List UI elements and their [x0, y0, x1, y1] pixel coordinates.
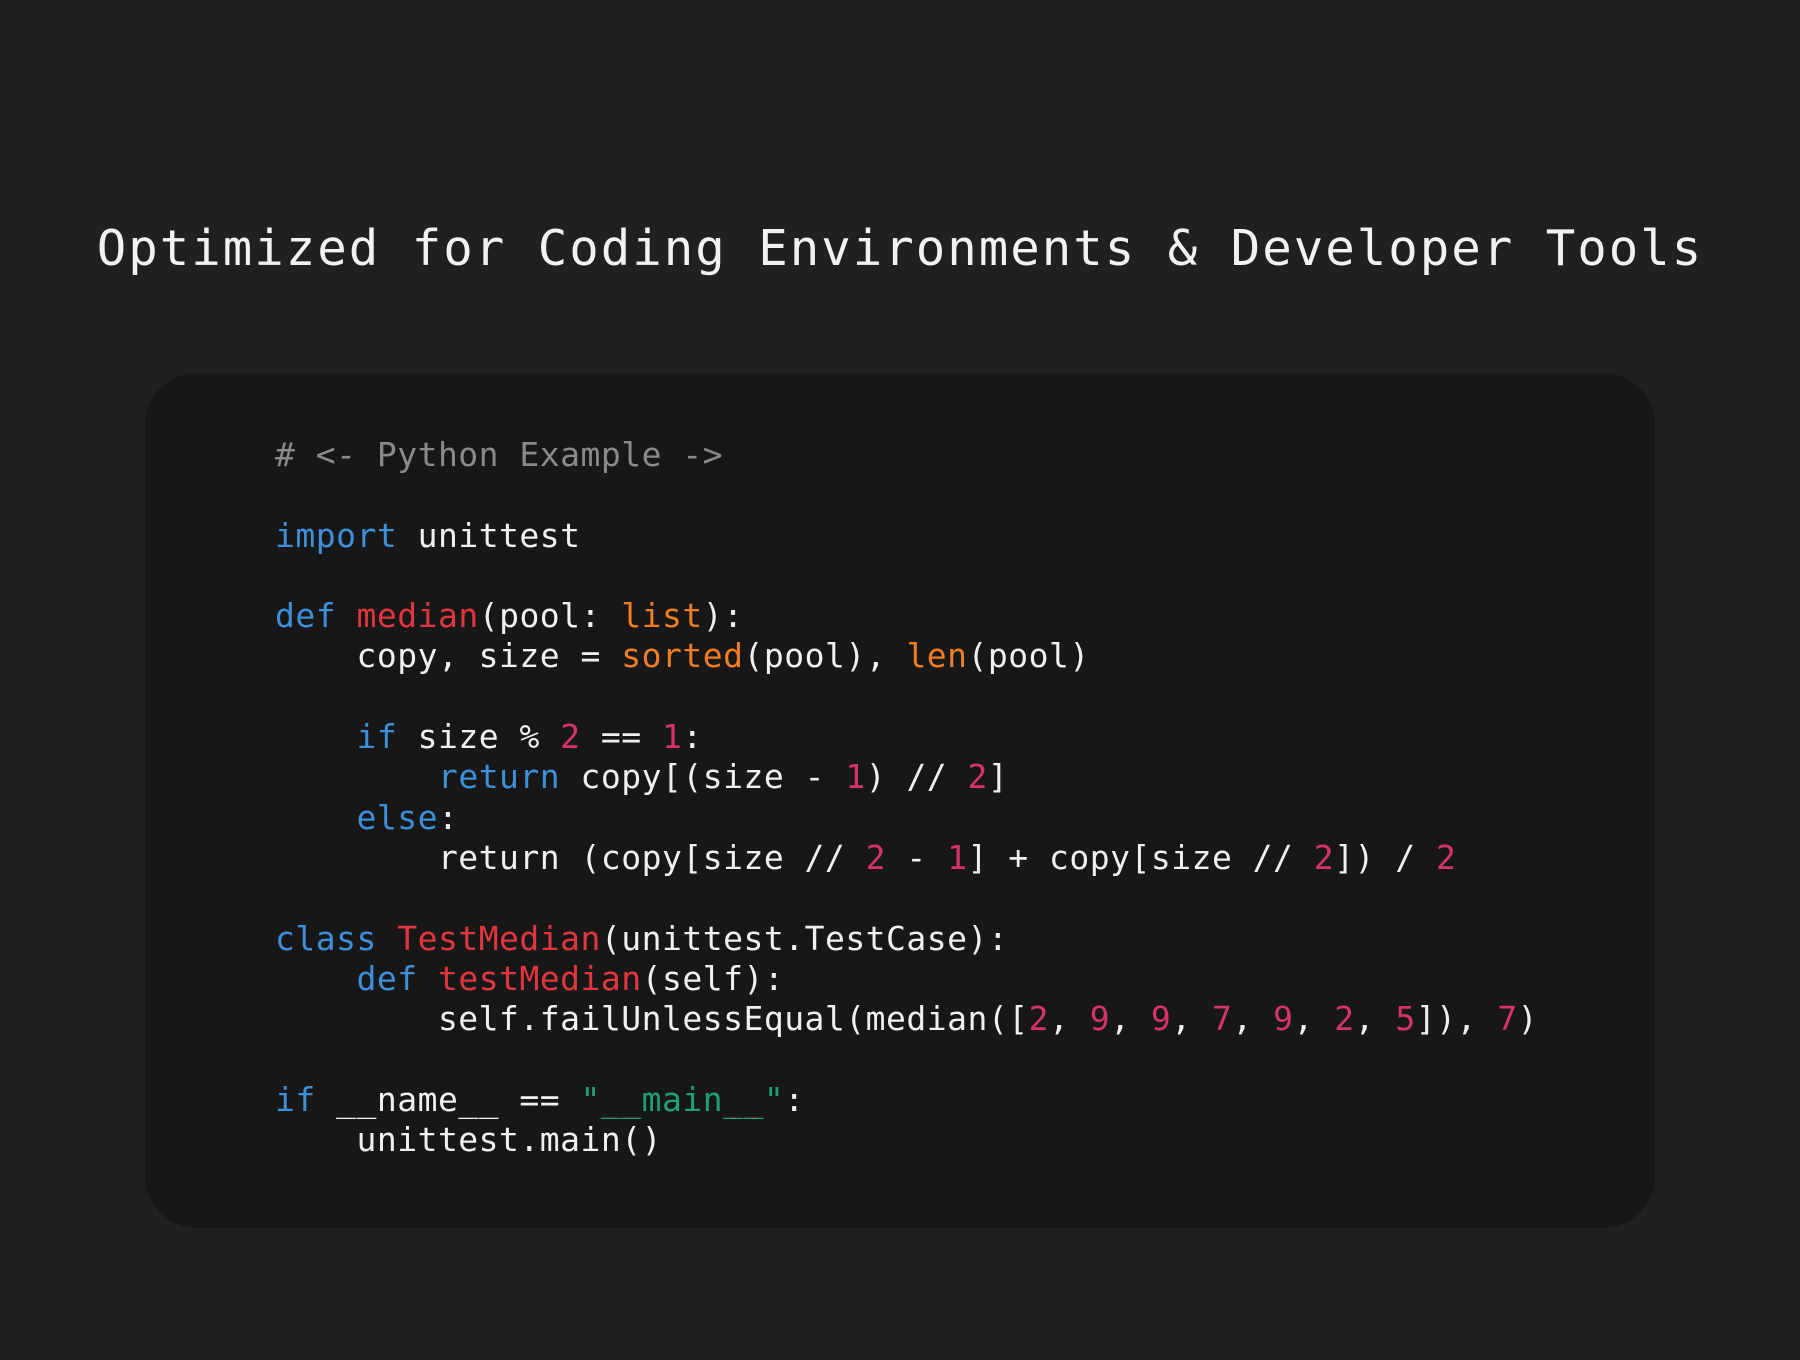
- code-text: ):: [702, 596, 744, 636]
- code-text: unittest.main(): [275, 1120, 662, 1160]
- code-line: else:: [275, 798, 1538, 838]
- code-text: ,: [1293, 999, 1335, 1039]
- code-text: -: [886, 837, 948, 877]
- code-text: :: [682, 717, 703, 757]
- code-number: 1: [947, 837, 968, 877]
- code-text: __name__ ==: [315, 1079, 581, 1119]
- code-text: ): [1517, 999, 1538, 1039]
- code-number: 2: [1313, 837, 1335, 877]
- code-number: 2: [1028, 999, 1049, 1039]
- code-text: self.failUnlessEqual(median([: [275, 999, 1029, 1039]
- code-text: ]: [987, 757, 1009, 797]
- code-number: 9: [1273, 999, 1294, 1039]
- code-number: 2: [1334, 999, 1355, 1039]
- code-function-name: median: [356, 596, 479, 636]
- code-keyword: if: [356, 717, 398, 757]
- code-line: if size % 2 == 1:: [275, 717, 1538, 757]
- code-text: (unittest.TestCase):: [600, 918, 1009, 958]
- code-keyword: def: [275, 596, 337, 636]
- code-builtin: sorted: [621, 636, 744, 676]
- code-text: copy[(size -: [560, 757, 846, 797]
- code-text: return (copy[size //: [275, 837, 866, 877]
- code-line: def median(pool: list):: [275, 596, 1538, 636]
- code-builtin: len: [906, 636, 968, 676]
- code-text: :: [437, 797, 459, 837]
- code-number: 9: [1150, 999, 1172, 1039]
- code-line: unittest.main(): [275, 1120, 1538, 1160]
- code-builtin: list: [621, 596, 703, 636]
- code-number: 2: [560, 717, 581, 757]
- code-keyword: return: [437, 757, 561, 797]
- code-text: :: [784, 1079, 805, 1119]
- code-keyword: import: [275, 515, 398, 555]
- code-text: size %: [397, 717, 561, 757]
- code-text: ]),: [1415, 999, 1498, 1039]
- code-text: ,: [1232, 999, 1274, 1039]
- code-card: # <- Python Example -> import unittest d…: [145, 373, 1655, 1228]
- code-text: (self):: [641, 958, 785, 998]
- code-line: # <- Python Example ->: [275, 435, 1538, 475]
- code-line: if __name__ == "__main__":: [275, 1080, 1538, 1120]
- code-text: (pool),: [743, 636, 907, 676]
- code-line: copy, size = sorted(pool), len(pool): [275, 636, 1538, 676]
- code-text: unittest: [397, 515, 581, 555]
- code-text: ,: [1171, 999, 1212, 1039]
- code-string: "__main__": [580, 1079, 785, 1119]
- code-number: 2: [1436, 837, 1457, 877]
- code-text: ,: [1110, 999, 1151, 1039]
- code-text: ==: [580, 717, 663, 757]
- code-line: return (copy[size // 2 - 1] + copy[size …: [275, 838, 1538, 878]
- code-comment: # <- Python Example ->: [275, 435, 724, 474]
- code-text: ) //: [865, 757, 968, 797]
- code-text: ,: [1048, 999, 1090, 1039]
- code-line: def testMedian(self):: [275, 959, 1538, 999]
- code-keyword: else: [356, 797, 438, 837]
- page-title: Optimized for Coding Environments & Deve…: [96, 220, 1704, 277]
- code-text: (pool:: [478, 596, 622, 636]
- code-keyword: class: [275, 918, 377, 958]
- code-number: 7: [1211, 999, 1233, 1039]
- code-number: 2: [865, 837, 887, 877]
- code-text: copy, size =: [275, 636, 622, 676]
- code-number: 1: [845, 757, 866, 797]
- code-block: # <- Python Example -> import unittest d…: [275, 435, 1538, 1160]
- code-keyword: if: [275, 1079, 316, 1119]
- code-function-name: TestMedian: [397, 918, 601, 958]
- code-keyword: def: [356, 958, 418, 998]
- code-line: self.failUnlessEqual(median([2, 9, 9, 7,…: [275, 999, 1538, 1039]
- code-function-name: testMedian: [437, 958, 642, 998]
- code-line: return copy[(size - 1) // 2]: [275, 757, 1538, 797]
- code-number: 7: [1497, 999, 1518, 1039]
- code-text: ,: [1354, 999, 1396, 1039]
- code-line: import unittest: [275, 516, 1538, 556]
- code-text: ] + copy[size //: [967, 837, 1314, 877]
- code-number: 5: [1395, 999, 1416, 1039]
- code-number: 1: [662, 717, 683, 757]
- code-number: 2: [967, 757, 988, 797]
- code-line: class TestMedian(unittest.TestCase):: [275, 919, 1538, 959]
- code-text: (pool): [967, 636, 1090, 676]
- code-number: 9: [1089, 999, 1111, 1039]
- code-text: ]) /: [1334, 837, 1437, 877]
